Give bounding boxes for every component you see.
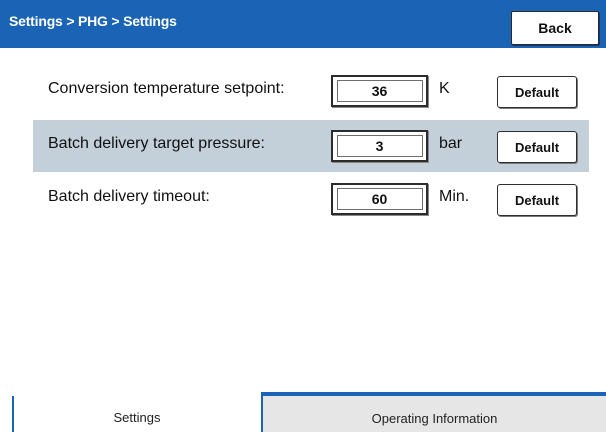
setting-unit: K [439,80,450,97]
default-button[interactable]: Default [497,184,577,216]
breadcrumb: Settings > PHG > Settings [9,13,177,29]
default-button[interactable]: Default [497,131,577,163]
setting-value: 60 [336,188,423,210]
header-bar: Settings > PHG > Settings Back [0,0,606,48]
conversion-temperature-input[interactable]: 36 [331,75,428,107]
batch-timeout-input[interactable]: 60 [331,183,428,215]
back-button[interactable]: Back [511,11,599,45]
tab-operating-information[interactable]: Operating Information [261,392,606,432]
default-button[interactable]: Default [497,76,577,108]
batch-pressure-input[interactable]: 3 [331,130,428,162]
tab-settings[interactable]: Settings [14,392,260,432]
setting-label: Batch delivery timeout: [48,188,210,205]
setting-row-conversion-temperature: Conversion temperature setpoint: 36 K De… [33,65,589,117]
setting-row-batch-pressure: Batch delivery target pressure: 3 bar De… [33,120,589,172]
setting-value: 36 [336,80,423,102]
setting-label: Batch delivery target pressure: [48,135,265,152]
setting-value: 3 [336,135,423,157]
setting-row-batch-timeout: Batch delivery timeout: 60 Min. Default [33,173,589,225]
setting-label: Conversion temperature setpoint: [48,80,285,97]
setting-unit: Min. [439,188,470,205]
setting-unit: bar [439,135,463,152]
